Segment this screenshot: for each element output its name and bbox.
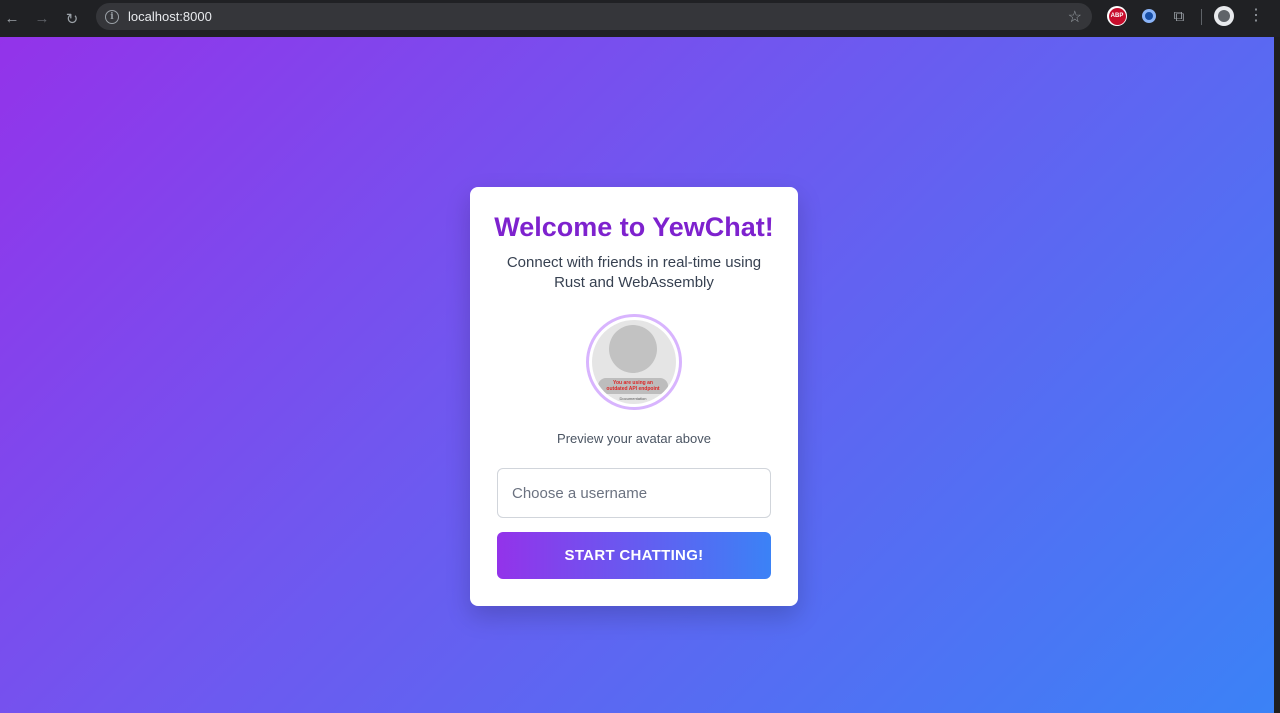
adblock-extension-label: ABP xyxy=(1108,7,1126,25)
reload-icon[interactable]: ↻ xyxy=(57,4,87,34)
profile-avatar-inner xyxy=(1218,10,1230,22)
username-input[interactable] xyxy=(497,468,771,518)
extension-circle-inner xyxy=(1142,9,1156,23)
profile-avatar-icon[interactable] xyxy=(1214,6,1234,26)
adblock-extension-icon[interactable]: ABP xyxy=(1107,6,1127,26)
page-subtitle: Connect with friends in real-time using … xyxy=(506,254,762,291)
avatar-documentation-label: Documentation xyxy=(619,396,647,401)
url-text[interactable]: localhost:8000 xyxy=(128,9,212,24)
page-background: Welcome to YewChat! Connect with friends… xyxy=(0,37,1274,713)
browser-toolbar: ← → ↻ i localhost:8000 ☆ ABP ⧉ ⋮ xyxy=(0,0,1280,37)
bookmark-star-icon[interactable]: ☆ xyxy=(1068,7,1082,27)
site-info-icon[interactable]: i xyxy=(105,9,119,24)
browser-menu-icon[interactable]: ⋮ xyxy=(1246,6,1266,26)
page-title: Welcome to YewChat! xyxy=(494,212,774,242)
avatar-preview: You are using an outdated API endpoint D… xyxy=(586,314,682,410)
address-bar[interactable]: i localhost:8000 ☆ xyxy=(96,3,1092,30)
window-edge xyxy=(1274,37,1280,713)
avatar-warning-line2: outdated API endpoint xyxy=(606,386,660,392)
avatar-caption: Preview your avatar above xyxy=(557,431,711,446)
avatar-image: You are using an outdated API endpoint D… xyxy=(592,320,676,404)
extension-circle-icon[interactable] xyxy=(1139,6,1159,26)
login-card: Welcome to YewChat! Connect with friends… xyxy=(470,187,798,606)
extensions-puzzle-icon[interactable]: ⧉ xyxy=(1169,6,1189,26)
avatar-warning-banner: You are using an outdated API endpoint xyxy=(598,378,668,394)
toolbar-divider xyxy=(1201,9,1202,25)
forward-arrow-icon[interactable]: → xyxy=(27,4,57,34)
start-chatting-button[interactable]: START CHATTING! xyxy=(497,532,771,579)
avatar-placeholder-head xyxy=(609,325,657,373)
back-arrow-icon[interactable]: ← xyxy=(0,4,27,34)
